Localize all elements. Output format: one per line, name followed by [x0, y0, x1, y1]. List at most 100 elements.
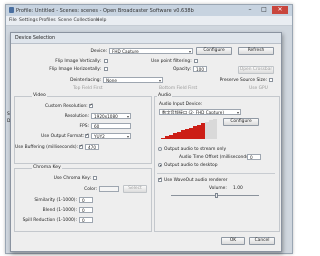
configure-device-button[interactable]: Configure — [196, 47, 232, 55]
flip-vertical-checkbox[interactable] — [104, 59, 108, 63]
audio-input-label: Audio Input Device: — [159, 102, 203, 107]
audio-offset-input[interactable]: 0 — [247, 154, 261, 160]
spill-reduction-input[interactable]: 0 — [79, 217, 93, 223]
dialog-title: Device Selection — [15, 36, 56, 41]
audio-offset-value: 0 — [250, 155, 253, 160]
output-format-value: YUY2 — [94, 134, 105, 139]
buffering-input[interactable]: 470 — [85, 144, 99, 150]
menu-scene-collections[interactable]: Scene Collections — [58, 18, 99, 23]
device-select[interactable]: FHD Capture — [109, 48, 193, 54]
audio-meter-bar — [169, 134, 173, 139]
audio-meter-bar — [189, 127, 193, 139]
output-desktop-label: Output audio to desktop — [164, 163, 218, 168]
close-button[interactable]: ✕ — [272, 6, 288, 14]
output-stream-only-label: Output audio to stream only — [164, 147, 227, 152]
output-format-label: Use Output Format: — [41, 134, 85, 139]
audio-input-value: 数字音频接口 (2- FHD Capture) — [162, 110, 224, 115]
audio-meter-bar — [213, 119, 217, 139]
use-chroma-key-label: Use Chroma Key: — [53, 176, 91, 181]
opacity-input[interactable]: 100 — [193, 66, 207, 72]
blend-label: Blend (1-1000): — [42, 208, 77, 213]
ok-button[interactable]: OK — [221, 237, 245, 245]
audio-meter-bar — [185, 129, 189, 139]
output-desktop-radio[interactable] — [158, 163, 162, 167]
color-select-button[interactable]: Select — [123, 185, 147, 193]
device-select-value: FHD Capture — [112, 49, 139, 54]
audio-meter-bar — [197, 124, 201, 139]
audio-meter-bar — [205, 121, 209, 139]
audio-meter-bar — [193, 126, 197, 139]
use-gpu-label: Use GPU — [249, 86, 268, 91]
resolution-select[interactable]: 1920x1080 — [91, 113, 131, 119]
opacity-value: 100 — [196, 67, 204, 72]
audio-meter-bar — [201, 123, 205, 139]
volume-slider-knob[interactable] — [215, 193, 219, 198]
waveout-label: Use WaveOut audio renderer — [164, 178, 228, 183]
buffering-label: Use Buffering (milliseconds): — [15, 145, 79, 150]
menu-profiles[interactable]: Profiles — [39, 18, 56, 23]
volume-value: 1.00 — [233, 186, 243, 191]
audio-level-meter — [161, 119, 217, 139]
audio-meter-bar — [209, 120, 213, 139]
deinterlacing-value: None — [106, 78, 117, 83]
menu-file[interactable]: File — [9, 18, 17, 23]
fps-label: FPS: — [79, 124, 89, 129]
output-format-checkbox[interactable] — [85, 133, 89, 138]
audio-input-select[interactable]: 数字音频接口 (2- FHD Capture) — [159, 109, 241, 115]
flip-horizontal-checkbox[interactable] — [104, 67, 108, 71]
audio-divider — [157, 173, 275, 174]
minimize-button[interactable]: – — [244, 6, 256, 14]
cancel-button[interactable]: Cancel — [249, 237, 275, 245]
audio-configure-button[interactable]: Configure — [223, 118, 259, 126]
preserve-size-label: Preserve Source Size: — [219, 78, 267, 83]
audio-meter-bar — [177, 131, 181, 139]
spill-reduction-value: 0 — [82, 218, 85, 223]
refresh-button[interactable]: Refresh — [238, 47, 274, 55]
flip-vertical-label: Flip Image Vertically: — [55, 59, 101, 64]
point-filtering-label: Use point filtering: — [151, 59, 192, 64]
window-titlebar: Profile: Untitled - Scenes: scenes - Ope… — [6, 5, 292, 16]
custom-resolution-label: Custom Resolution: — [45, 104, 88, 109]
bottom-field-first-label: Bottom Field First — [159, 86, 198, 91]
output-stream-only-radio[interactable] — [158, 147, 162, 151]
similarity-label: Similarity (1-1000): — [34, 198, 77, 203]
custom-resolution-checkbox[interactable] — [89, 103, 93, 108]
dialog-header: Device Selection — [11, 33, 281, 44]
spill-reduction-label: Spill Reduction (1-1000): — [22, 218, 77, 223]
resolution-label: Resolution: — [64, 114, 89, 119]
blend-value: 0 — [82, 208, 85, 213]
top-field-first-label: Top Field First — [73, 86, 103, 91]
opacity-label: Opacity: — [172, 67, 191, 72]
preserve-size-checkbox[interactable] — [269, 78, 273, 82]
deinterlacing-label: Deinterlacing: — [70, 78, 101, 83]
buffering-value: 470 — [88, 145, 96, 150]
similarity-value: 0 — [82, 198, 85, 203]
deinterlacing-select[interactable]: None — [103, 77, 163, 83]
color-swatch[interactable] — [99, 186, 119, 192]
fps-input[interactable]: 60 — [91, 123, 131, 129]
resolution-value: 1920x1080 — [94, 114, 118, 119]
menu-bar: File Settings Profiles Scene Collections… — [6, 16, 292, 26]
audio-offset-label: Audio Time Offset (milliseconds): — [179, 155, 252, 160]
output-format-select[interactable]: YUY2 — [91, 133, 131, 139]
audio-meter-bar — [161, 137, 165, 139]
maximize-button[interactable]: □ — [258, 6, 270, 14]
audio-meter-bar — [181, 130, 185, 139]
menu-help[interactable]: Help — [96, 18, 106, 23]
device-properties-dialog: Device Selection Device: FHD Capture Con… — [10, 32, 282, 252]
volume-label: Volume: — [209, 186, 227, 191]
waveout-checkbox[interactable] — [158, 177, 162, 182]
blend-input[interactable]: 0 — [79, 207, 93, 213]
app-icon — [9, 7, 14, 13]
color-label: Color: — [84, 187, 97, 192]
similarity-input[interactable]: 0 — [79, 197, 93, 203]
open-crossbar-button[interactable]: Open Crossbar — [238, 66, 274, 74]
flip-horizontal-label: Flip Image Horizontally: — [49, 67, 101, 72]
window-title: Profile: Untitled - Scenes: scenes - Ope… — [16, 8, 194, 14]
device-label: Device: — [90, 49, 108, 54]
buffering-checkbox[interactable] — [79, 144, 83, 149]
audio-meter-bar — [165, 136, 169, 139]
menu-settings[interactable]: Settings — [19, 18, 38, 23]
use-chroma-key-checkbox[interactable] — [93, 176, 97, 180]
point-filtering-checkbox[interactable] — [194, 59, 198, 63]
